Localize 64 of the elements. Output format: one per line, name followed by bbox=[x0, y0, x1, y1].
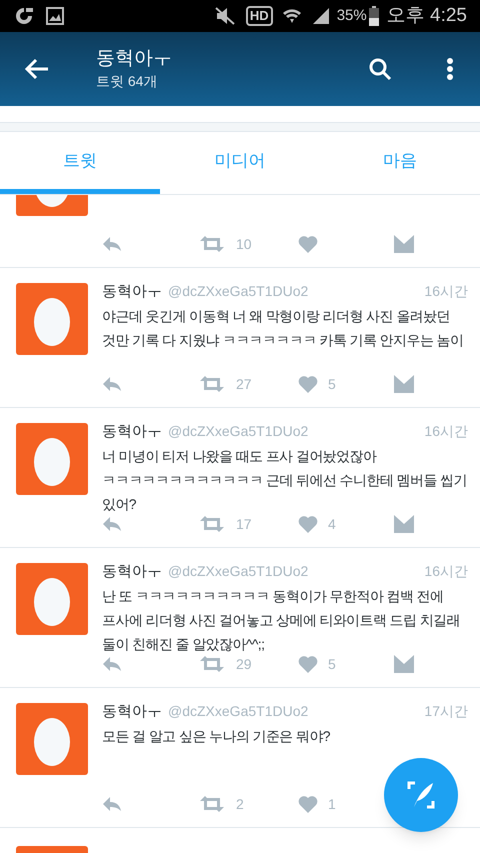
direct-message-icon[interactable] bbox=[394, 515, 414, 533]
reply-icon[interactable] bbox=[102, 796, 122, 812]
tab[interactable]: 마음 bbox=[320, 132, 480, 194]
battery-percent: 35% bbox=[336, 6, 367, 26]
avatar-drawing[interactable] bbox=[16, 423, 88, 495]
retweet-icon[interactable] bbox=[200, 796, 224, 812]
reply-icon[interactable] bbox=[102, 376, 122, 392]
image-icon bbox=[46, 7, 64, 25]
author-name: 동혁아ㅜ bbox=[102, 562, 162, 582]
reply-icon[interactable] bbox=[102, 236, 122, 252]
hd-icon: HD bbox=[246, 6, 273, 26]
tab[interactable]: 미디어 bbox=[160, 132, 320, 194]
author-handle: @dcZXxeGa5T1DUo2 bbox=[168, 422, 308, 441]
app-logo-icon bbox=[13, 6, 35, 26]
clock-time: 오후 4:25 bbox=[386, 4, 467, 28]
direct-message-icon[interactable] bbox=[394, 375, 414, 393]
tweet-time: 16시간 bbox=[424, 422, 468, 441]
direct-message-icon[interactable] bbox=[394, 235, 414, 253]
quill-compose-icon[interactable] bbox=[406, 780, 436, 810]
retweet-count: 17 bbox=[236, 514, 253, 534]
mute-icon bbox=[214, 6, 236, 26]
tweet-time: 16시간 bbox=[424, 562, 468, 581]
battery-icon bbox=[368, 6, 379, 26]
author-handle: @dcZXxeGa5T1DUo2 bbox=[168, 702, 308, 721]
avatar-drawing[interactable] bbox=[16, 703, 88, 775]
author-name: 동혁아ㅜ bbox=[102, 422, 162, 442]
profile-name: 동혁아ㅜ bbox=[96, 47, 172, 71]
back-arrow-icon[interactable] bbox=[24, 58, 50, 80]
reply-icon[interactable] bbox=[102, 656, 122, 672]
tweet-time: 17시간 bbox=[424, 702, 468, 721]
retweet-icon[interactable] bbox=[200, 376, 224, 392]
heart-icon[interactable] bbox=[298, 515, 318, 533]
like-count: 5 bbox=[328, 654, 336, 674]
tweet-time: 16시간 bbox=[424, 282, 468, 301]
heart-icon[interactable] bbox=[298, 795, 318, 813]
signal-icon bbox=[310, 6, 331, 26]
tweet-text: 모든 걸 알고 싶은 누나의 기준은 뭐야? bbox=[102, 726, 331, 746]
more-options-icon[interactable] bbox=[446, 57, 454, 81]
retweet-icon[interactable] bbox=[200, 656, 224, 672]
like-count: 5 bbox=[328, 374, 336, 394]
tweet-count: 트윗 64개 bbox=[96, 72, 158, 91]
author-handle: @dcZXxeGa5T1DUo2 bbox=[168, 282, 308, 301]
retweet-icon[interactable] bbox=[200, 516, 224, 532]
like-count: 1 bbox=[328, 794, 336, 814]
retweet-count: 27 bbox=[236, 374, 253, 394]
author-handle: @dcZXxeGa5T1DUo2 bbox=[168, 562, 308, 581]
author-name: 동혁아ㅜ bbox=[102, 702, 162, 722]
retweet-count: 2 bbox=[236, 794, 245, 814]
heart-icon[interactable] bbox=[298, 655, 318, 673]
author-name: 동혁아ㅜ bbox=[102, 282, 162, 302]
retweet-count: 29 bbox=[236, 654, 253, 674]
heart-icon[interactable] bbox=[298, 375, 318, 393]
avatar-drawing[interactable] bbox=[16, 283, 88, 355]
like-count: 4 bbox=[328, 514, 336, 534]
retweet-count: 10 bbox=[236, 234, 253, 254]
search-icon[interactable] bbox=[368, 57, 392, 81]
tweet-text: 난 또 ㅋㅋㅋㅋㅋㅋㅋㅋㅋㅋ 동혁이가 무한적아 컴백 전에 프사에 리더형 사진 걸어놓고 상메에 티와이트랙 드립 치길래 둘이 친해진 줄 알았잖아^^;; bbox=[102, 586, 462, 654]
reply-icon[interactable] bbox=[102, 516, 122, 532]
tweet-text: 야근데 웃긴게 이동혁 너 왜 막형이랑 리더형 사진 올려놨던 것만 기록 다 지웠냐 ㅋㅋㅋㅋㅋㅋㅋ 카톡 기록 안지우는 놈이 bbox=[102, 306, 464, 350]
heart-icon[interactable] bbox=[298, 235, 318, 253]
retweet-icon[interactable] bbox=[200, 236, 224, 252]
direct-message-icon[interactable] bbox=[394, 655, 414, 673]
tweet-text: 너 미녕이 티저 나왔을 때도 프사 걸어놨었잖아 ㅋㅋㅋㅋㅋㅋㅋㅋㅋㅋㅋㅋ 근데 뒤에선 수니한테 멤버들 씹기 있어? bbox=[102, 446, 468, 514]
avatar-drawing[interactable] bbox=[16, 563, 88, 635]
